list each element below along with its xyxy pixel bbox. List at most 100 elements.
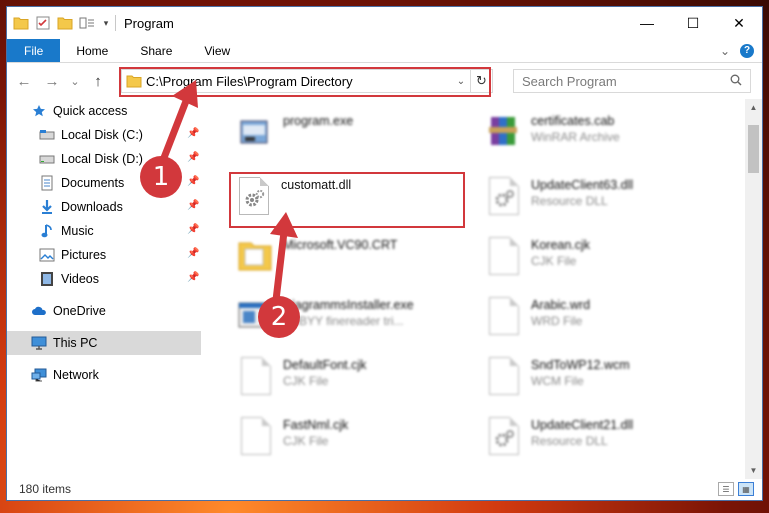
- exe-icon: [235, 111, 275, 155]
- download-icon: [39, 199, 55, 215]
- search-input[interactable]: [522, 73, 730, 89]
- window-title: Program: [124, 15, 174, 31]
- window-controls: — ☐ ✕: [624, 7, 762, 39]
- chevron-down-icon[interactable]: ▾: [101, 15, 111, 31]
- file-item-korean-cjk[interactable]: Korean.cjk CJK File: [483, 235, 723, 295]
- file-type: Resource DLL: [531, 194, 608, 208]
- pin-icon: 📌: [187, 224, 200, 235]
- file-item-updateclient63-dll[interactable]: UpdateClient63.dll Resource DLL: [483, 175, 723, 235]
- callout-badge-1: 1: [140, 156, 182, 198]
- folder-icon: [235, 235, 275, 279]
- title-separator: [115, 15, 116, 31]
- file-icon: [483, 355, 523, 399]
- title-bar: ▾ Program — ☐ ✕: [7, 7, 762, 39]
- sidebar-item-label: Local Disk (D:): [61, 152, 143, 166]
- expand-ribbon-icon[interactable]: ⌄: [720, 44, 730, 58]
- address-bar[interactable]: C:\Program Files\Program Directory ⌄ ↻: [119, 67, 493, 97]
- file-item-certificates-cab[interactable]: certificates.cab WinRAR Archive: [483, 111, 723, 171]
- sidebar-item-label: This PC: [53, 336, 98, 350]
- sidebar-item-this-pc[interactable]: This PC: [7, 331, 201, 355]
- tab-share[interactable]: Share: [124, 39, 188, 62]
- dll-icon: [483, 415, 523, 459]
- pictures-icon: [39, 247, 55, 263]
- file-type: CJK File: [283, 374, 329, 388]
- details-view-icon[interactable]: ☰: [718, 482, 734, 496]
- file-name: DiagrammsInstaller.exe: [283, 298, 414, 312]
- dll-icon: [483, 175, 523, 219]
- file-item-program-exe[interactable]: program.exe: [235, 111, 475, 171]
- drive-icon: [39, 151, 55, 167]
- file-icon: [235, 415, 275, 459]
- sidebar-item-onedrive[interactable]: OneDrive: [7, 299, 201, 323]
- sidebar-item-videos[interactable]: Videos 📌: [7, 267, 201, 291]
- file-list: program.exe customatt.dll Microsoft.VC90…: [203, 99, 737, 479]
- navigation-bar: ← → ⌄ ↑ C:\Program Files\Program Directo…: [7, 63, 762, 99]
- up-button[interactable]: ↑: [87, 70, 109, 92]
- file-type: Resource DLL: [531, 434, 608, 448]
- forward-button[interactable]: →: [41, 70, 63, 92]
- new-folder-icon[interactable]: [57, 15, 73, 31]
- file-item-customatt-dll[interactable]: customatt.dll: [233, 175, 473, 235]
- tab-home[interactable]: Home: [60, 39, 124, 62]
- file-icon: [483, 235, 523, 279]
- music-icon: [39, 223, 55, 239]
- videos-icon: [39, 271, 55, 287]
- pin-icon: 📌: [187, 176, 200, 187]
- archive-icon: [483, 111, 523, 155]
- recent-locations-button[interactable]: ⌄: [69, 70, 81, 92]
- vertical-scrollbar[interactable]: ▲ ▼: [745, 99, 762, 479]
- explorer-window: ▾ Program — ☐ ✕ File Home Share View ⌄ ?…: [6, 6, 763, 501]
- address-dropdown-icon[interactable]: ⌄: [452, 76, 470, 87]
- folder-icon: [126, 74, 142, 88]
- sidebar-item-pictures[interactable]: Pictures 📌: [7, 243, 201, 267]
- sidebar-item-label: Videos: [61, 272, 99, 286]
- pin-icon: 📌: [187, 128, 200, 139]
- large-icons-view-icon[interactable]: ▦: [738, 482, 754, 496]
- file-item-defaultfont-cjk[interactable]: DefaultFont.cjk CJK File: [235, 355, 475, 415]
- close-button[interactable]: ✕: [716, 7, 762, 39]
- file-item-arabic-wrd[interactable]: Arabic.wrd WRD File: [483, 295, 723, 355]
- sidebar-item-local-disk-c[interactable]: Local Disk (C:) 📌: [7, 123, 201, 147]
- star-icon: [31, 103, 47, 119]
- file-name: certificates.cab: [531, 114, 615, 128]
- tab-file[interactable]: File: [7, 39, 61, 62]
- file-item-sndtowp12-wcm[interactable]: SndToWP12.wcm WCM File: [483, 355, 723, 415]
- sidebar-item-music[interactable]: Music 📌: [7, 219, 201, 243]
- file-type: CJK File: [283, 434, 329, 448]
- scroll-down-icon[interactable]: ▼: [745, 462, 762, 479]
- pin-icon: 📌: [187, 200, 200, 211]
- sidebar-item-downloads[interactable]: Downloads 📌: [7, 195, 201, 219]
- file-item-updateclient21-dll[interactable]: UpdateClient21.dll Resource DLL: [483, 415, 723, 475]
- tab-view[interactable]: View: [188, 39, 246, 62]
- address-path[interactable]: C:\Program Files\Program Directory: [146, 74, 452, 89]
- quick-access-toolbar: ▾: [13, 15, 111, 31]
- scroll-up-icon[interactable]: ▲: [745, 99, 762, 116]
- customize-icon[interactable]: [79, 15, 95, 31]
- sidebar-item-label: Network: [53, 368, 99, 382]
- properties-icon[interactable]: [35, 15, 51, 31]
- sidebar-item-network[interactable]: Network: [7, 363, 201, 387]
- sidebar-item-quick-access[interactable]: Quick access: [7, 99, 201, 123]
- file-type: WCM File: [531, 374, 584, 388]
- file-name: program.exe: [283, 114, 354, 128]
- scroll-thumb[interactable]: [748, 125, 759, 173]
- file-type: WRD File: [531, 314, 583, 328]
- documents-icon: [39, 175, 55, 191]
- network-icon: [31, 367, 47, 383]
- file-name: customatt.dll: [281, 178, 352, 192]
- sidebar-item-label: Local Disk (C:): [61, 128, 143, 142]
- maximize-button[interactable]: ☐: [670, 7, 716, 39]
- sidebar-item-label: Downloads: [61, 200, 123, 214]
- file-type: ABBYY finereader tri...: [283, 314, 404, 328]
- minimize-button[interactable]: —: [624, 7, 670, 39]
- file-item-fastnml-cjk[interactable]: FastNml.cjk CJK File: [235, 415, 475, 475]
- help-icon[interactable]: ?: [740, 43, 754, 58]
- file-item-vc90-crt[interactable]: Microsoft.VC90.CRT: [235, 235, 475, 295]
- search-box[interactable]: [513, 69, 751, 93]
- ribbon-tabs: File Home Share View ⌄ ?: [7, 39, 762, 63]
- navigation-pane: Quick access Local Disk (C:) 📌 Local Dis…: [7, 99, 201, 479]
- refresh-icon[interactable]: ↻: [470, 70, 492, 92]
- back-button[interactable]: ←: [13, 70, 35, 92]
